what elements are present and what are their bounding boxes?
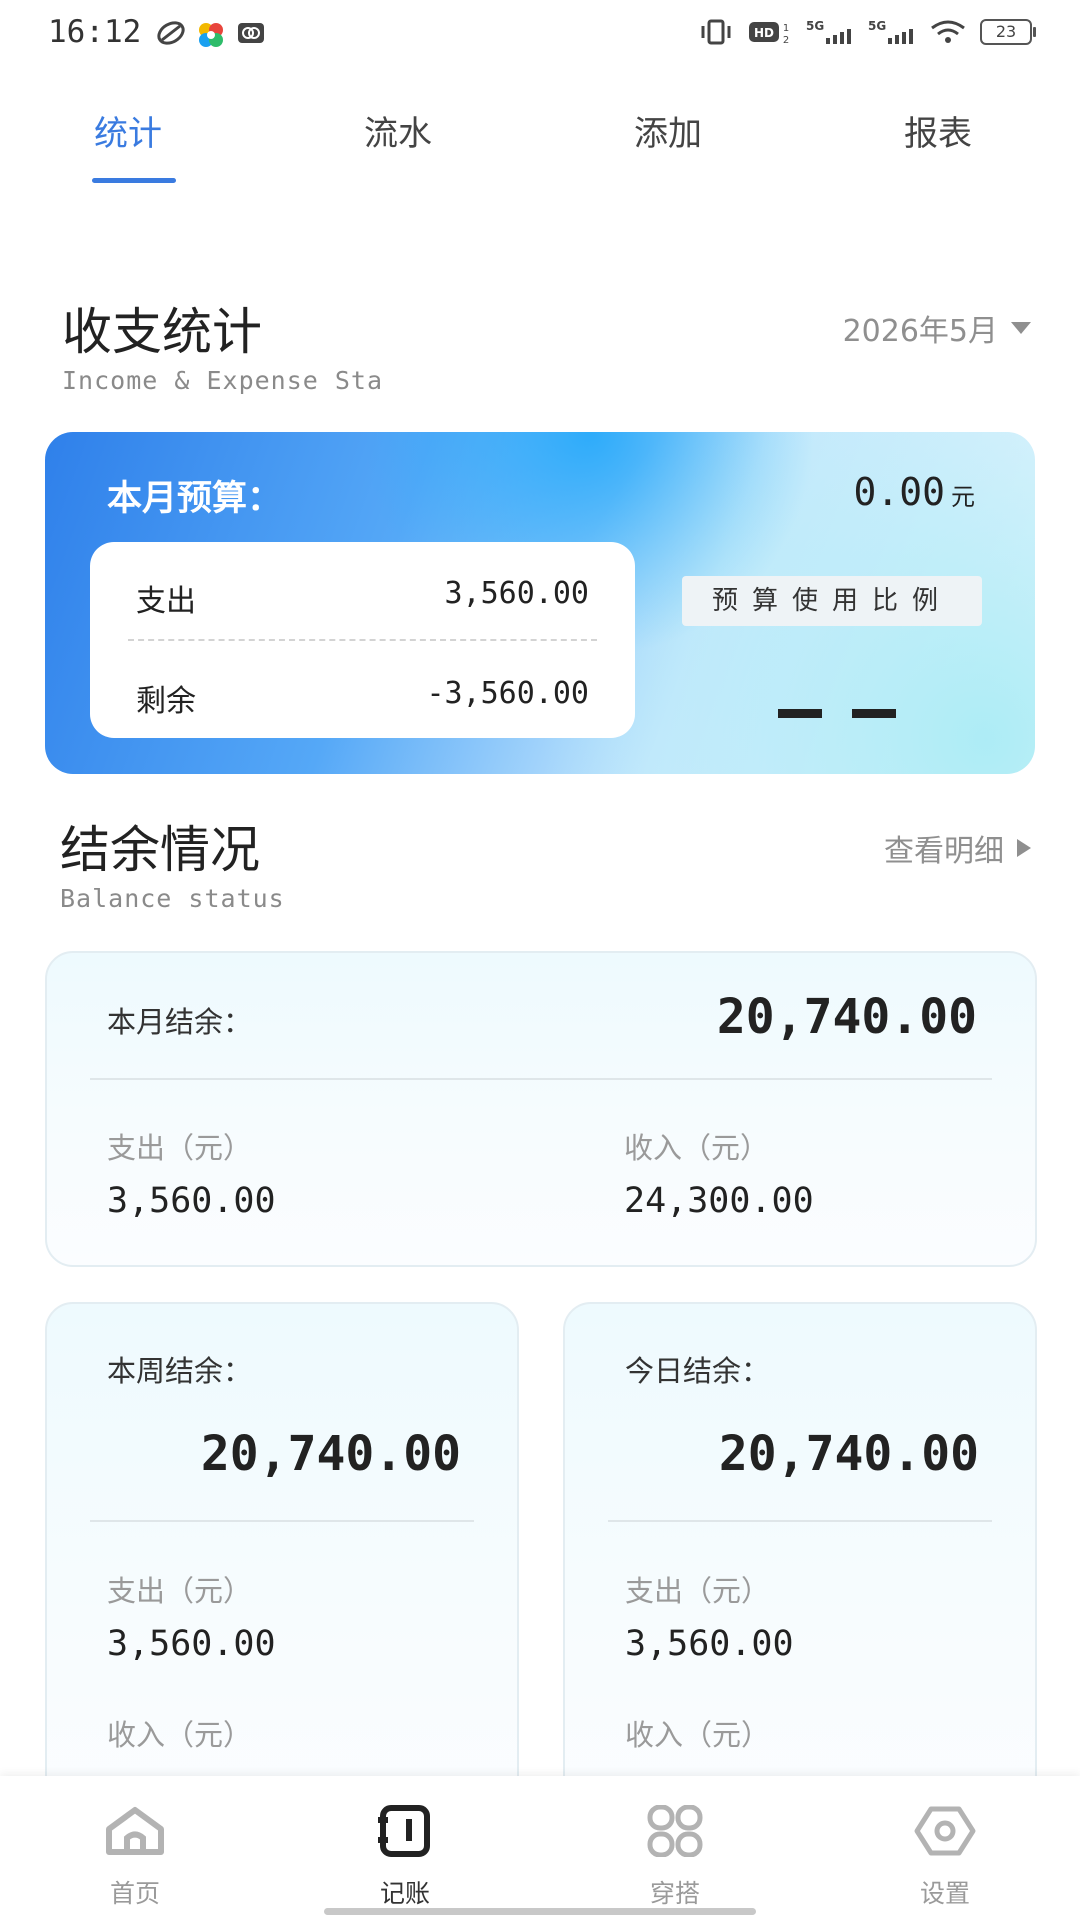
month-balance-label: 本月结余： — [107, 1005, 253, 1039]
nav-home[interactable]: 首页 — [60, 1802, 210, 1910]
nav-outfits[interactable]: 穿搭 — [600, 1802, 750, 1910]
vibrate-icon — [701, 19, 731, 45]
month-expense-value: 3,560.00 — [107, 1181, 276, 1221]
play-arrow-icon — [1017, 839, 1031, 857]
signal-5g-icon: 5G — [806, 19, 851, 44]
hd-icon: HD 12 — [749, 22, 789, 45]
budget-expense-value: 3,560.00 — [444, 576, 590, 611]
tab-active-indicator — [92, 178, 176, 183]
stats-section-title: 收支统计 — [62, 303, 262, 361]
today-balance-label: 今日结余： — [625, 1354, 771, 1388]
balance-section-subtitle: Balance status — [60, 884, 285, 913]
budget-summary-box: 支出 3,560.00 剩余 -3,560.00 — [90, 542, 635, 738]
budget-unit: 元 — [951, 483, 975, 511]
week-income-label: 收入（元） — [107, 1718, 253, 1752]
top-tabs: 统计 流水 添加 报表 — [0, 96, 1080, 192]
nav-ledger[interactable]: 记账 — [330, 1802, 480, 1910]
month-selector-label: 2026年5月 — [842, 314, 998, 349]
svg-text:5G: 5G — [868, 19, 886, 33]
budget-card[interactable]: 本月预算： 0.00 元 支出 3,560.00 剩余 -3,560.00 预算使… — [45, 432, 1035, 774]
nav-settings[interactable]: 设置 — [870, 1802, 1020, 1910]
ledger-icon — [330, 1802, 480, 1860]
view-details-label: 查看明细 — [884, 834, 1004, 869]
today-expense-label: 支出（元） — [625, 1574, 771, 1608]
month-selector[interactable]: 2026年5月 — [843, 306, 1032, 350]
month-balance-card[interactable]: 本月结余： 20,740.00 支出（元） 3,560.00 收入（元） 24,… — [45, 951, 1037, 1267]
week-balance-value: 20,740.00 — [200, 1426, 461, 1482]
tab-reports[interactable]: 报表 — [904, 106, 972, 155]
status-indicators: HD 1 2 5G 5G 23 — [698, 18, 1036, 46]
status-app-icons — [156, 20, 266, 50]
budget-ratio-empty-dash — [852, 709, 896, 718]
nav-ledger-label: 记账 — [379, 1879, 430, 1908]
wifi-icon — [931, 20, 965, 43]
month-expense-label: 支出（元） — [107, 1131, 253, 1165]
home-icon — [60, 1802, 210, 1860]
budget-remaining-label: 剩余 — [136, 684, 196, 719]
status-time: 16:12 — [48, 14, 142, 50]
budget-expense-row: 支出 3,560.00 — [136, 576, 589, 620]
colorful-app-icon — [199, 23, 223, 47]
month-income-value: 24,300.00 — [624, 1181, 814, 1221]
budget-remaining-value: -3,560.00 — [426, 676, 589, 711]
tab-transactions[interactable]: 流水 — [364, 106, 432, 155]
today-balance-card[interactable]: 今日结余： 20,740.00 支出（元） 3,560.00 收入（元） — [563, 1302, 1037, 1826]
settings-icon — [870, 1802, 1020, 1860]
svg-text:HD: HD — [754, 26, 774, 40]
budget-expense-label: 支出 — [136, 584, 196, 619]
signal-5g-icon: 5G — [868, 19, 913, 44]
month-income-label: 收入（元） — [624, 1131, 770, 1165]
svg-text:1: 1 — [783, 23, 789, 34]
week-balance-label: 本周结余： — [107, 1354, 253, 1388]
today-balance-value: 20,740.00 — [718, 1426, 979, 1482]
card-icon — [238, 23, 264, 43]
today-expense-value: 3,560.00 — [625, 1624, 794, 1664]
stats-section-subtitle: Income & Expense Sta — [62, 366, 384, 395]
tab-add[interactable]: 添加 — [634, 106, 702, 155]
card-divider — [90, 1520, 474, 1522]
budget-label: 本月预算： — [107, 479, 283, 519]
today-income-label: 收入（元） — [625, 1718, 771, 1752]
budget-remaining-row: 剩余 -3,560.00 — [136, 676, 589, 720]
nav-outfits-label: 穿搭 — [649, 1879, 700, 1908]
nav-settings-label: 设置 — [919, 1879, 970, 1908]
budget-amount: 0.00 元 — [853, 470, 975, 514]
status-bar: 16:12 HD 1 2 5G 5G 23 — [0, 0, 1080, 70]
home-indicator-bar[interactable] — [324, 1908, 756, 1915]
week-expense-label: 支出（元） — [107, 1574, 253, 1608]
view-details-link[interactable]: 查看明细 — [884, 826, 1032, 870]
balance-section-title: 结余情况 — [60, 821, 260, 879]
dropdown-triangle-icon — [1011, 322, 1031, 334]
month-balance-value: 20,740.00 — [716, 989, 977, 1045]
bottom-nav: 首页 记账 穿搭 设置 — [0, 1776, 1080, 1920]
tab-stats[interactable]: 统计 — [94, 106, 162, 155]
dashed-divider — [128, 639, 597, 641]
week-balance-card[interactable]: 本周结余： 20,740.00 支出（元） 3,560.00 收入（元） — [45, 1302, 519, 1826]
leaf-icon — [157, 21, 185, 45]
battery-indicator: 23 — [980, 19, 1036, 45]
card-divider — [90, 1078, 992, 1080]
budget-ratio-label: 预算使用比例 — [682, 576, 982, 626]
svg-text:2: 2 — [783, 35, 789, 45]
grid-icon — [600, 1802, 750, 1860]
budget-ratio-empty-dash — [778, 709, 822, 718]
svg-text:5G: 5G — [806, 19, 824, 33]
nav-home-label: 首页 — [109, 1879, 160, 1908]
week-expense-value: 3,560.00 — [107, 1624, 276, 1664]
budget-amount-value: 0.00 — [853, 470, 945, 514]
card-divider — [608, 1520, 992, 1522]
